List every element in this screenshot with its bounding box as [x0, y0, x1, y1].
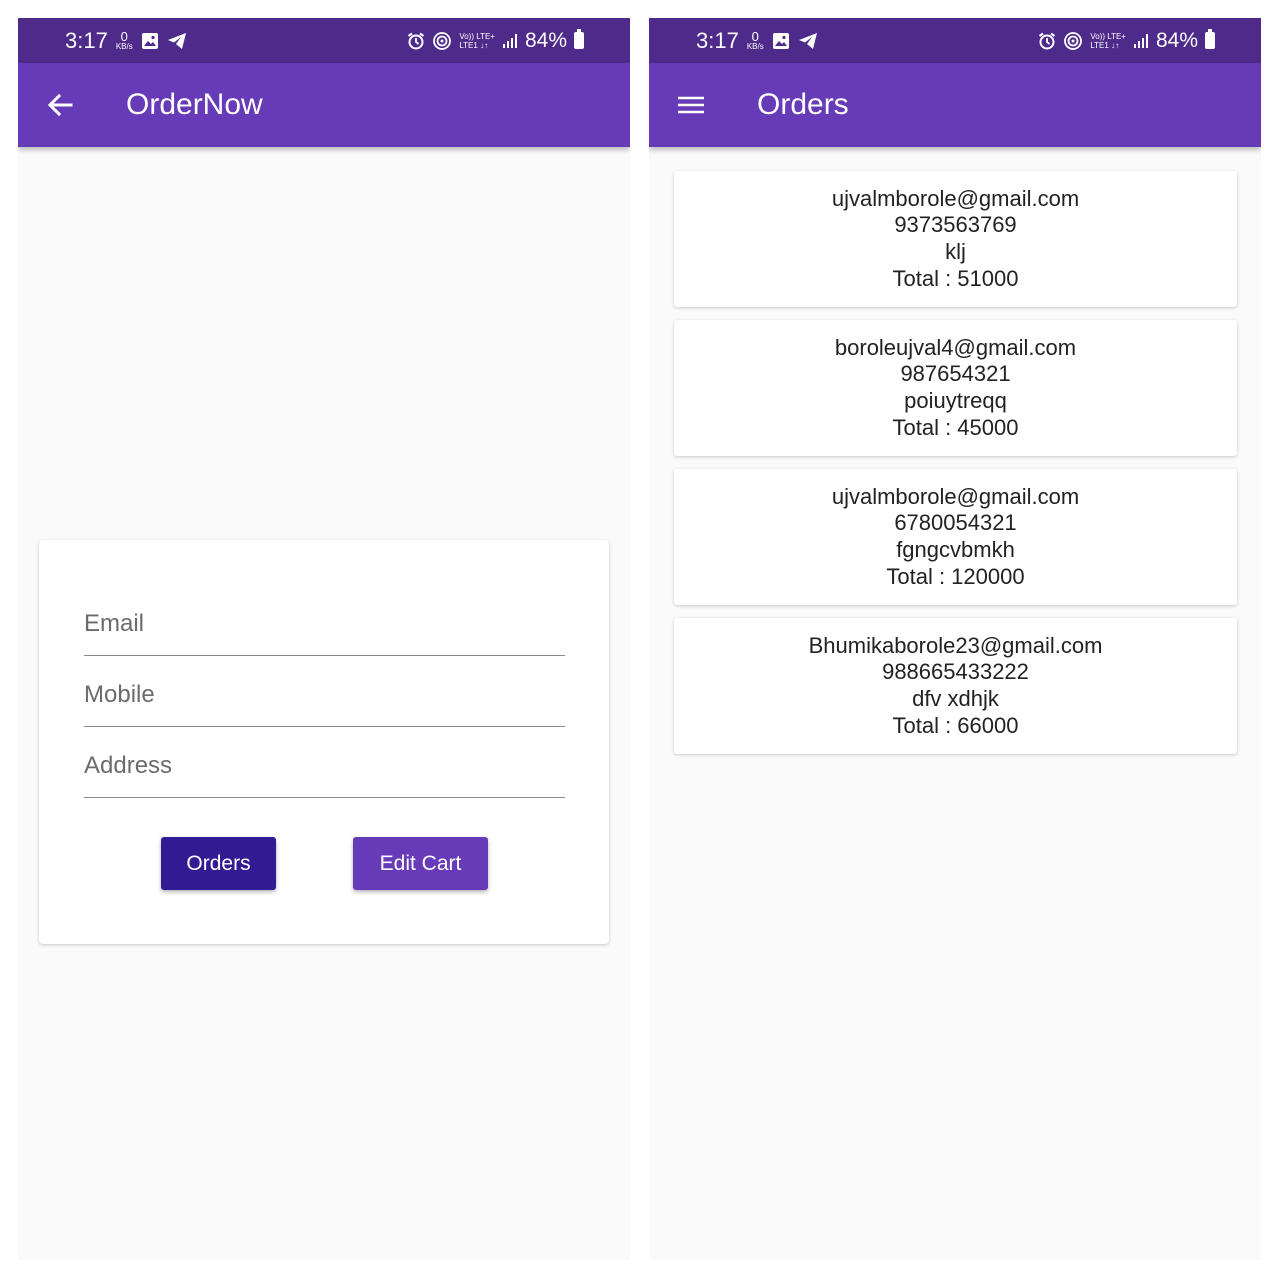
battery-percent: 84% — [524, 28, 567, 52]
edit-cart-button[interactable]: Edit Cart — [353, 837, 488, 890]
order-mobile: 988665433222 — [882, 659, 1029, 685]
order-mobile: 6780054321 — [894, 510, 1017, 536]
order-card[interactable]: Bhumikaborole23@gmail.com 988665433222 d… — [674, 618, 1237, 754]
battery-percent: 84% — [1155, 28, 1198, 52]
data-speed-unit: KB/s — [115, 41, 133, 51]
hotspot-icon — [1064, 31, 1083, 50]
app-bar: OrderNow — [18, 63, 630, 147]
volte-top: Vo)) LTE+ — [1090, 31, 1126, 41]
order-address: dfv xdhjk — [912, 686, 999, 711]
order-email: boroleujval4@gmail.com — [834, 334, 1077, 360]
status-bar: 3:17 0 KB/s Vo)) LTE+ LTE1 ↓↑ 84% — [649, 18, 1261, 63]
telegram-icon — [798, 32, 817, 49]
address-field[interactable] — [84, 728, 565, 797]
order-address: klj — [945, 239, 966, 264]
email-field[interactable] — [84, 586, 565, 655]
status-time: 3:17 — [65, 27, 108, 53]
volte-bottom: LTE1 ↓↑ — [459, 40, 489, 50]
back-arrow-icon[interactable] — [46, 91, 74, 119]
order-now-screen: 3:17 0 KB/s Vo)) LTE+ LTE1 ↓↑ 84% OrderNow — [18, 18, 630, 1260]
page-title: Orders — [757, 88, 849, 121]
hotspot-icon — [433, 31, 452, 50]
volte-indicator: Vo)) LTE+ LTE1 ↓↑ — [459, 32, 495, 50]
order-email: ujvalmborole@gmail.com — [831, 185, 1080, 211]
order-card[interactable]: boroleujval4@gmail.com 987654321 poiuytr… — [674, 320, 1237, 456]
menu-icon[interactable] — [677, 91, 705, 119]
address-field-container — [84, 728, 565, 798]
data-speed-unit: KB/s — [746, 41, 764, 51]
gallery-icon — [772, 32, 789, 49]
order-mobile: 987654321 — [900, 361, 1011, 387]
gallery-icon — [141, 32, 158, 49]
signal-icon — [1133, 33, 1148, 48]
volte-indicator: Vo)) LTE+ LTE1 ↓↑ — [1090, 32, 1126, 50]
battery-icon — [1205, 29, 1215, 49]
volte-bottom: LTE1 ↓↑ — [1090, 40, 1120, 50]
orders-screen: 3:17 0 KB/s Vo)) LTE+ LTE1 ↓↑ 84% Orders u… — [649, 18, 1261, 1260]
data-speed-indicator: 0 KB/s — [115, 30, 133, 51]
orders-button[interactable]: Orders — [161, 837, 276, 890]
page-title: OrderNow — [126, 88, 263, 121]
order-address: fgngcvbmkh — [896, 537, 1015, 562]
order-email: Bhumikaborole23@gmail.com — [808, 632, 1103, 658]
order-mobile: 9373563769 — [894, 212, 1017, 238]
mobile-field[interactable] — [84, 657, 565, 726]
alarm-icon — [408, 32, 425, 49]
signal-icon — [502, 33, 517, 48]
order-total: Total : 45000 — [892, 414, 1019, 440]
email-field-container — [84, 586, 565, 656]
order-card[interactable]: ujvalmborole@gmail.com 9373563769 klj To… — [674, 171, 1237, 307]
order-email: ujvalmborole@gmail.com — [831, 483, 1080, 509]
order-card[interactable]: ujvalmborole@gmail.com 6780054321 fgngcv… — [674, 469, 1237, 605]
volte-top: Vo)) LTE+ — [459, 31, 495, 41]
battery-icon — [574, 29, 584, 49]
order-total: Total : 51000 — [892, 265, 1019, 291]
order-total: Total : 120000 — [886, 563, 1025, 589]
alarm-icon — [1039, 32, 1056, 49]
telegram-icon — [167, 32, 186, 49]
status-bar: 3:17 0 KB/s Vo)) LTE+ LTE1 ↓↑ 84% — [18, 18, 630, 63]
data-speed-indicator: 0 KB/s — [746, 30, 764, 51]
order-total: Total : 66000 — [892, 712, 1019, 738]
mobile-field-container — [84, 657, 565, 727]
status-time: 3:17 — [696, 27, 739, 53]
order-form-card: Orders Edit Cart — [39, 540, 609, 944]
app-bar: Orders — [649, 63, 1261, 147]
order-address: poiuytreqq — [904, 388, 1007, 413]
